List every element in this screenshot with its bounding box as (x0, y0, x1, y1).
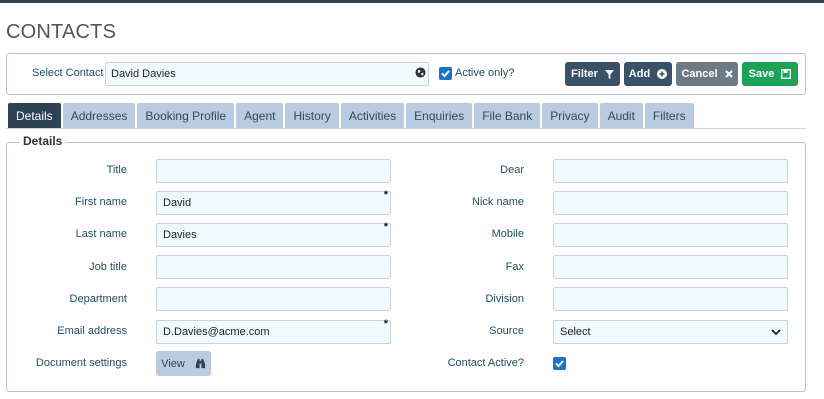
required-marker: * (383, 221, 388, 233)
document-settings-label: Document settings (35, 357, 127, 369)
select-contact-panel: Select Contact David Davies Active only?… (6, 53, 806, 95)
tabs-divider (6, 128, 806, 129)
check-icon (441, 70, 450, 78)
chevron-down-icon (771, 328, 781, 335)
last-name-value: Davies (163, 229, 197, 241)
mobile-label: Mobile (491, 228, 524, 240)
add-button-label: Add (628, 68, 651, 80)
tab-agent[interactable]: Agent (236, 103, 284, 128)
division-input[interactable] (553, 287, 788, 311)
department-input[interactable] (156, 287, 391, 311)
page-title: CONTACTS (6, 21, 117, 43)
title-input[interactable] (156, 159, 391, 183)
globe-icon[interactable] (415, 67, 426, 78)
tab-booking-profile[interactable]: Booking Profile (137, 103, 235, 128)
last-name-input[interactable]: Davies * (156, 221, 391, 247)
tab-enquiries[interactable]: Enquiries (406, 103, 473, 128)
funnel-icon (604, 69, 614, 79)
tab-addresses[interactable]: Addresses (62, 103, 136, 128)
view-button[interactable]: View (156, 351, 211, 376)
source-select[interactable]: Select (553, 320, 788, 344)
fax-input[interactable] (553, 255, 788, 279)
binoculars-icon (195, 358, 205, 369)
job-title-input[interactable] (156, 255, 391, 279)
tab-privacy[interactable]: Privacy (542, 103, 598, 128)
contact-active-label: Contact Active? (447, 357, 524, 369)
active-only-label: Active only? (455, 67, 515, 79)
tab-bar: Details Addresses Booking Profile Agent … (8, 103, 694, 128)
first-name-label: First name (75, 196, 127, 208)
tab-history[interactable]: History (285, 103, 339, 128)
add-button[interactable]: Add (624, 62, 672, 86)
email-label: Email address (57, 325, 127, 337)
active-only-checkbox[interactable] (439, 67, 452, 80)
tab-file-bank[interactable]: File Bank (474, 103, 541, 128)
cancel-button[interactable]: Cancel (676, 62, 738, 86)
mobile-input[interactable] (553, 223, 788, 247)
details-legend: Details (20, 134, 66, 148)
dear-input[interactable] (553, 159, 788, 183)
division-label: Division (485, 293, 524, 305)
nick-name-label: Nick name (472, 196, 524, 208)
save-button[interactable]: Save (742, 62, 798, 86)
plus-circle-icon (657, 69, 668, 79)
filter-button-label: Filter (571, 68, 598, 80)
title-label: Title (106, 164, 127, 176)
select-contact-label: Select Contact (32, 67, 104, 79)
select-contact-input[interactable]: David Davies (105, 62, 429, 86)
view-button-label: View (161, 357, 185, 370)
fax-label: Fax (505, 261, 524, 273)
email-value: D.Davies@acme.com (163, 326, 270, 338)
required-marker: * (383, 318, 388, 330)
check-icon (555, 360, 564, 368)
last-name-label: Last name (75, 228, 127, 240)
close-icon (724, 70, 733, 78)
tab-filters[interactable]: Filters (644, 103, 694, 128)
job-title-label: Job title (89, 261, 127, 273)
source-select-value: Select (560, 326, 591, 338)
dear-label: Dear (500, 164, 524, 176)
filter-button[interactable]: Filter (565, 62, 620, 86)
tab-audit[interactable]: Audit (599, 103, 643, 128)
email-input[interactable]: D.Davies@acme.com * (156, 318, 391, 344)
tab-details[interactable]: Details (8, 103, 61, 128)
first-name-input[interactable]: David * (156, 189, 391, 215)
required-marker: * (383, 189, 388, 201)
source-label: Source (489, 325, 524, 337)
tab-activities[interactable]: Activities (340, 103, 405, 128)
contact-active-checkbox[interactable] (553, 357, 566, 370)
floppy-icon (781, 69, 792, 79)
save-button-label: Save (748, 68, 775, 80)
first-name-value: David (163, 197, 192, 209)
top-bar (0, 0, 824, 3)
cancel-button-label: Cancel (681, 68, 718, 80)
department-label: Department (69, 293, 127, 305)
nick-name-input[interactable] (553, 191, 788, 215)
